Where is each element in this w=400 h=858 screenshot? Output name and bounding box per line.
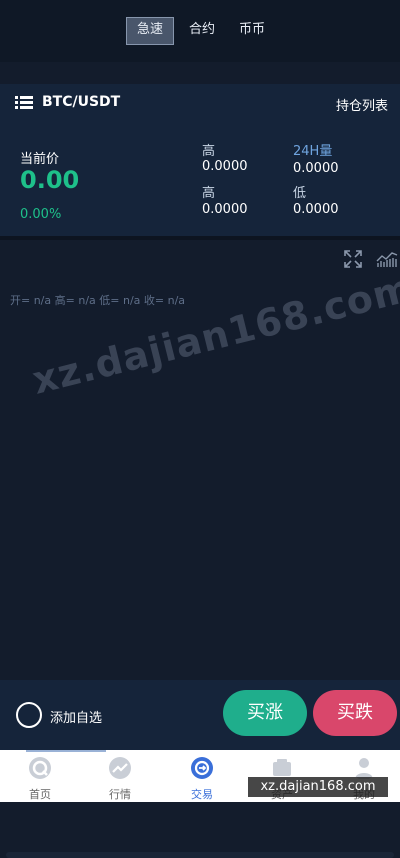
favorite-toggle[interactable] <box>16 702 42 728</box>
low-label: 低 <box>293 186 307 201</box>
high2-label: 高 <box>202 186 216 201</box>
volume-label: 24H量 <box>293 144 333 159</box>
trend-icon <box>109 757 131 779</box>
positions-link[interactable]: 持仓列表 <box>336 95 388 114</box>
chart-scrollbar[interactable] <box>6 852 394 858</box>
buy-up-button[interactable]: 买涨 <box>223 690 307 736</box>
nav-home-label: 首页 <box>29 788 51 801</box>
tab-contract[interactable]: 合约 <box>180 17 224 43</box>
ohlc-readout: 开= n/a 高= n/a 低= n/a 收= n/a <box>10 294 186 307</box>
nav-market[interactable]: 行情 <box>90 756 150 802</box>
nav-trade-label: 交易 <box>191 788 213 801</box>
current-price: 0.00 <box>20 166 80 194</box>
indicator-icon[interactable] <box>376 250 398 268</box>
favorite-label[interactable]: 添加自选 <box>50 707 102 726</box>
nav-market-label: 行情 <box>109 788 131 801</box>
tab-indicator <box>26 750 106 752</box>
nav-trade[interactable]: 交易 <box>172 756 232 802</box>
trade-mode-tabs: 急速 合约 币币 <box>0 17 400 45</box>
price-label: 当前价 <box>20 152 60 167</box>
home-icon <box>29 757 51 779</box>
buy-down-button[interactable]: 买跌 <box>313 690 397 736</box>
tab-spot[interactable]: 币币 <box>230 17 274 43</box>
top-bar: 急速 合约 币币 <box>0 0 400 62</box>
trade-icon <box>191 757 213 779</box>
price-change: 0.00% <box>20 207 62 222</box>
action-bar: 添加自选 买涨 买跌 <box>0 680 400 750</box>
pair-name: BTC/USDT <box>42 94 121 110</box>
market-header: BTC/USDT 持仓列表 当前价 0.00 0.00% 高 0.0000 24… <box>0 84 400 236</box>
tab-quick[interactable]: 急速 <box>125 17 174 45</box>
high2-value: 0.0000 <box>202 202 248 217</box>
site-badge: xz.dajian168.com <box>248 777 388 797</box>
high-value: 0.0000 <box>202 159 248 174</box>
fullscreen-icon[interactable] <box>344 250 362 268</box>
pair-selector[interactable]: BTC/USDT <box>15 94 120 110</box>
high-label: 高 <box>202 144 216 159</box>
list-icon <box>15 95 33 109</box>
volume-value: 0.0000 <box>293 161 339 176</box>
nav-home[interactable]: 首页 <box>10 756 70 802</box>
low-value: 0.0000 <box>293 202 339 217</box>
